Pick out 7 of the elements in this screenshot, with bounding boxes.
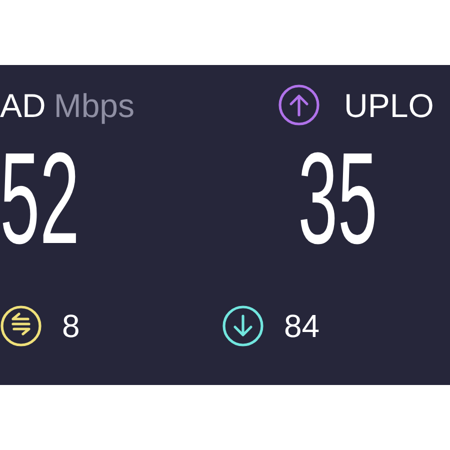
speed-value: 52: [0, 133, 80, 263]
speed-value: 35: [298, 133, 378, 263]
unit-label: Mbps: [54, 88, 135, 122]
stat-value: 8: [62, 310, 80, 342]
result-label: AD: [0, 88, 46, 122]
stat-value: 84: [284, 310, 320, 342]
result-label: UPLO: [344, 88, 434, 122]
